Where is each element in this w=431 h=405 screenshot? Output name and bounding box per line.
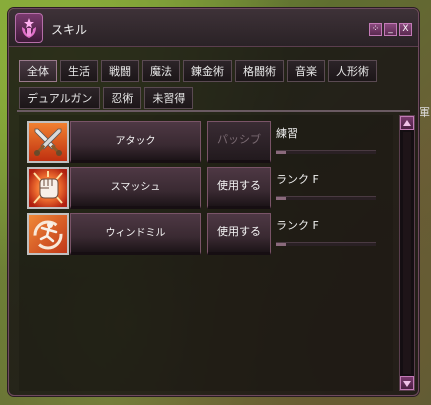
skill-row-smash: スマッシュ 使用する ランク F (27, 167, 387, 213)
tab-row-2: デュアルガン 忍術 未習得 (19, 87, 194, 109)
tab-unlearned[interactable]: 未習得 (144, 87, 194, 109)
tab-magic[interactable]: 魔法 (142, 60, 180, 82)
skill-name-windmill[interactable]: ウィンドミル (70, 213, 201, 255)
tab-puppetry[interactable]: 人形術 (328, 60, 377, 82)
scroll-track[interactable] (403, 132, 411, 374)
skill-progress-windmill (276, 242, 376, 246)
window-close-button[interactable]: X (399, 23, 412, 36)
skill-name-smash[interactable]: スマッシュ (70, 167, 201, 209)
tab-row-1: 全体 生活 戦闘 魔法 錬金術 格闘術 音楽 人形術 (19, 60, 377, 82)
tab-all[interactable]: 全体 (19, 60, 57, 82)
crossed-swords-icon[interactable] (27, 121, 69, 163)
background-edge-text: 軍 (419, 106, 430, 119)
skill-row-windmill: ウィンドミル 使用する ランク F (27, 213, 387, 259)
use-skill-button[interactable]: 使用する (207, 167, 271, 209)
window-menu-button[interactable]: ⁘ (369, 23, 382, 36)
title-bar[interactable]: スキル ⁘ _ X (9, 9, 418, 47)
skill-rank-windmill: ランク F (276, 219, 319, 232)
skill-progress-smash (276, 196, 376, 200)
skill-rank-smash: ランク F (276, 173, 319, 186)
window-title: スキル (51, 23, 88, 37)
skill-list: アタック パッシブ 練習 スマッシュ 使用する ランク F ウィンドミル 使用す… (19, 115, 393, 391)
arrow-down-icon (403, 381, 411, 387)
skill-list-scrollbar[interactable] (399, 115, 415, 391)
skill-progress-fill (276, 197, 286, 200)
tab-ninjutsu[interactable]: 忍術 (103, 87, 142, 109)
tab-divider (17, 110, 410, 112)
skill-progress-attack (276, 150, 376, 154)
use-skill-button[interactable]: 使用する (207, 213, 271, 255)
fist-icon[interactable] (27, 167, 69, 209)
windmill-icon[interactable] (27, 213, 69, 255)
tab-alchemy[interactable]: 錬金術 (183, 60, 232, 82)
passive-button: パッシブ (207, 121, 271, 163)
arrow-up-icon (403, 120, 411, 126)
tab-life[interactable]: 生活 (60, 60, 98, 82)
skill-emblem-icon (15, 13, 43, 43)
tab-dual-gun[interactable]: デュアルガン (19, 87, 101, 109)
scroll-up-button[interactable] (400, 116, 414, 130)
skill-name-attack[interactable]: アタック (70, 121, 201, 163)
skill-progress-fill (276, 151, 286, 154)
tab-martial-arts[interactable]: 格闘術 (235, 60, 284, 82)
scroll-down-button[interactable] (400, 376, 414, 390)
skill-progress-fill (276, 243, 286, 246)
tab-music[interactable]: 音楽 (287, 60, 325, 82)
skill-row-attack: アタック パッシブ 練習 (27, 121, 387, 167)
tab-combat[interactable]: 戦闘 (101, 60, 139, 82)
window-minimize-button[interactable]: _ (384, 23, 397, 36)
skill-window: スキル ⁘ _ X 全体 生活 戦闘 魔法 錬金術 格闘術 音楽 人形術 デュア… (8, 8, 419, 396)
skill-rank-attack: 練習 (276, 127, 298, 140)
